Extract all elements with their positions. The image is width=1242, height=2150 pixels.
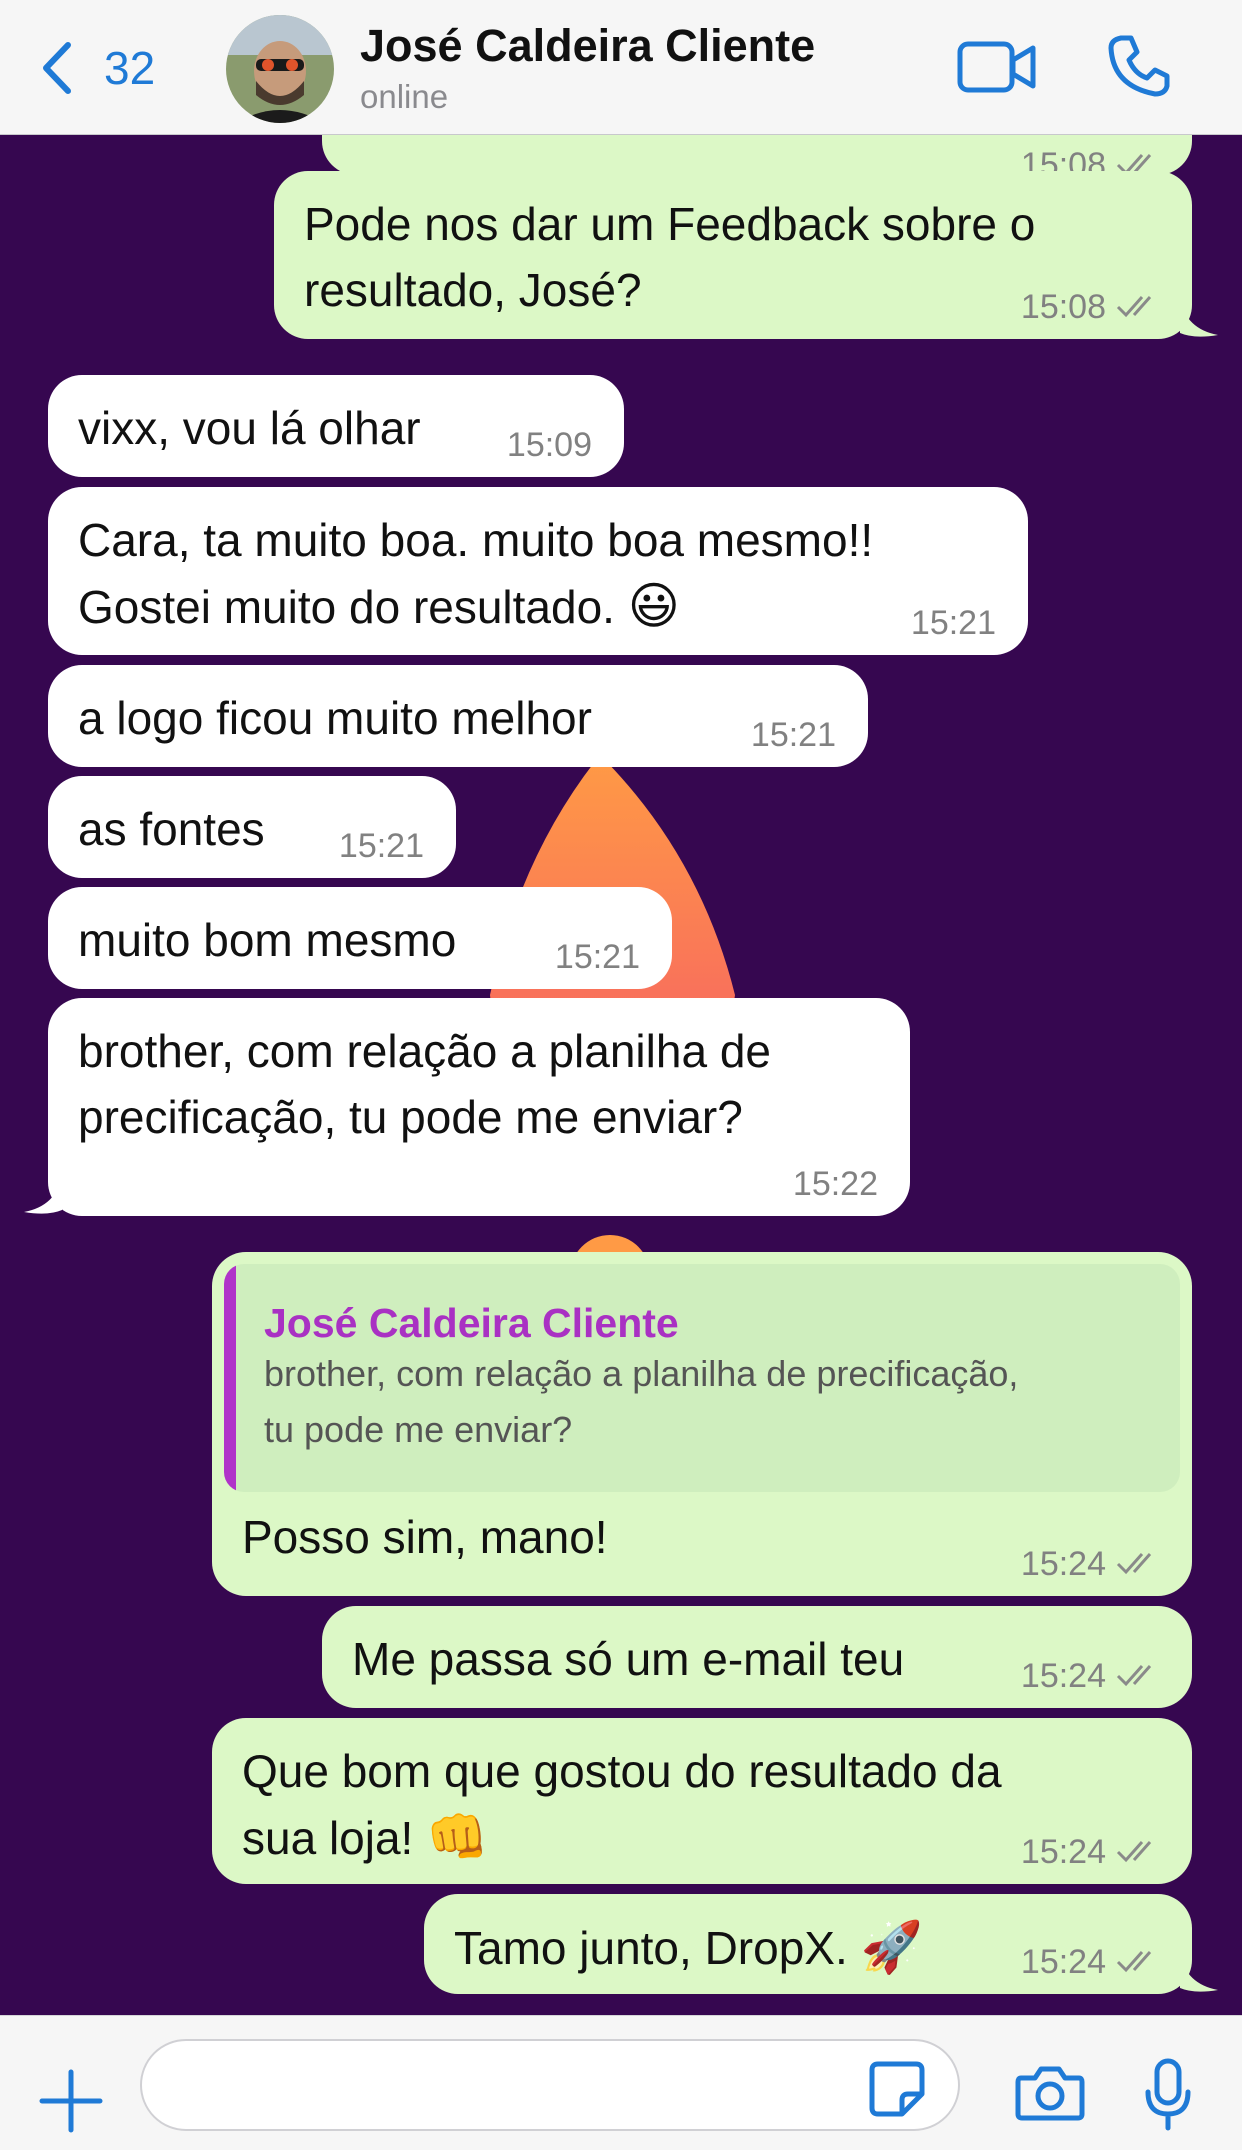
- message-text-line: Cara, ta muito boa. muito boa mesmo!!: [78, 514, 874, 566]
- smiley-emoji: 😃: [627, 577, 680, 635]
- double-check-icon: [1116, 1951, 1152, 1973]
- message-bubble-incoming[interactable]: a logo ficou muito melhor 15:21: [48, 665, 868, 767]
- message-text-line: Tamo junto, DropX.: [454, 1922, 848, 1974]
- rocket-emoji: 🚀: [860, 1918, 923, 1976]
- message-bubble-outgoing[interactable]: Me passa só um e-mail teu 15:24: [322, 1606, 1192, 1708]
- chat-header: 32 José Caldeira Cliente online: [0, 0, 1242, 135]
- message-time: 15:21: [910, 604, 996, 642]
- message-meta: 15:24: [1021, 1834, 1164, 1870]
- bubble-tail: [24, 1176, 62, 1214]
- message-text-line: Posso sim, mano!: [242, 1511, 608, 1563]
- message-time: 15:24: [1020, 1545, 1106, 1583]
- unread-count: 32: [104, 42, 156, 94]
- back-button[interactable]: 32: [38, 38, 155, 98]
- message-bubble-incoming[interactable]: muito bom mesmo 15:21: [48, 887, 672, 989]
- message-text-line: brother, com relação a planilha de: [78, 1025, 771, 1077]
- message-text-line: precificação, tu pode me enviar?: [78, 1091, 743, 1143]
- message-time: 15:24: [1020, 1833, 1106, 1871]
- message-meta: 15:24: [1021, 1944, 1164, 1980]
- message-text-line: Que bom que gostou do resultado da: [242, 1745, 1002, 1797]
- chevron-left-icon: [43, 42, 71, 94]
- quote-bar: [224, 1264, 236, 1492]
- message-time: 15:21: [750, 716, 836, 754]
- message-bubble-outgoing[interactable]: Tamo junto, DropX. 🚀 15:24: [424, 1894, 1192, 1994]
- quote-text-line: tu pode me enviar?: [264, 1409, 573, 1450]
- double-check-icon: [1116, 1553, 1152, 1575]
- message-bubble-incoming[interactable]: Cara, ta muito boa. muito boa mesmo!! Go…: [48, 487, 1028, 655]
- message-time: 15:24: [1020, 1943, 1106, 1981]
- plus-icon[interactable]: [38, 2068, 104, 2134]
- message-text-line: a logo ficou muito melhor: [78, 692, 592, 744]
- contact-avatar[interactable]: [226, 15, 334, 123]
- message-text-line: sua loja!: [242, 1812, 414, 1864]
- message-time: 15:08: [1020, 288, 1106, 326]
- double-check-icon: [1116, 1665, 1152, 1687]
- message-time: 15:09: [506, 426, 592, 464]
- quote-text-line: brother, com relação a planilha de preci…: [264, 1353, 1019, 1394]
- message-time: 15:21: [554, 938, 640, 976]
- message-bubble-partial[interactable]: 15:08: [322, 135, 1192, 183]
- camera-icon[interactable]: [1015, 2064, 1085, 2122]
- message-bubble-incoming[interactable]: as fontes 15:21: [48, 776, 456, 878]
- quoted-message[interactable]: José Caldeira Cliente brother, com relaç…: [224, 1264, 1180, 1492]
- message-text-line: Gostei muito do resultado.: [78, 581, 615, 633]
- microphone-icon[interactable]: [1145, 2058, 1191, 2132]
- chat-area[interactable]: 15:08 Pode nos dar um Feedback sobre o r…: [0, 135, 1242, 2015]
- fist-emoji: 👊: [426, 1808, 489, 1866]
- contact-status: online: [360, 78, 449, 115]
- bubble-tail: [1180, 299, 1218, 337]
- message-bubble-incoming[interactable]: brother, com relação a planilha de preci…: [48, 998, 910, 1216]
- message-meta: 15:24: [1021, 1546, 1164, 1582]
- sticker-icon[interactable]: [868, 2060, 926, 2118]
- message-time: 15:21: [338, 827, 424, 865]
- message-bubble-outgoing[interactable]: Que bom que gostou do resultado da sua l…: [212, 1718, 1192, 1884]
- message-meta: 15:24: [1021, 1658, 1164, 1694]
- message-text-line: Pode nos dar um Feedback sobre o: [304, 198, 1036, 250]
- message-meta: 15:08: [1021, 289, 1164, 325]
- contact-name[interactable]: José Caldeira Cliente: [360, 20, 815, 72]
- message-input-bar: [0, 2015, 1242, 2150]
- message-bubble-outgoing[interactable]: Pode nos dar um Feedback sobre o resulta…: [274, 171, 1192, 339]
- phone-icon[interactable]: [1107, 34, 1171, 98]
- quote-text: brother, com relação a planilha de preci…: [264, 1346, 1144, 1458]
- message-input[interactable]: [140, 2039, 960, 2131]
- bubble-tail: [1180, 1954, 1218, 1992]
- message-bubble-outgoing-reply[interactable]: José Caldeira Cliente brother, com relaç…: [212, 1252, 1192, 1596]
- double-check-icon: [1116, 1841, 1152, 1863]
- message-time: 15:22: [792, 1165, 878, 1203]
- double-check-icon: [1116, 296, 1152, 318]
- message-bubble-incoming[interactable]: vixx, vou lá olhar 15:09: [48, 375, 624, 477]
- message-time: 15:24: [1020, 1657, 1106, 1695]
- video-call-icon[interactable]: [957, 38, 1037, 96]
